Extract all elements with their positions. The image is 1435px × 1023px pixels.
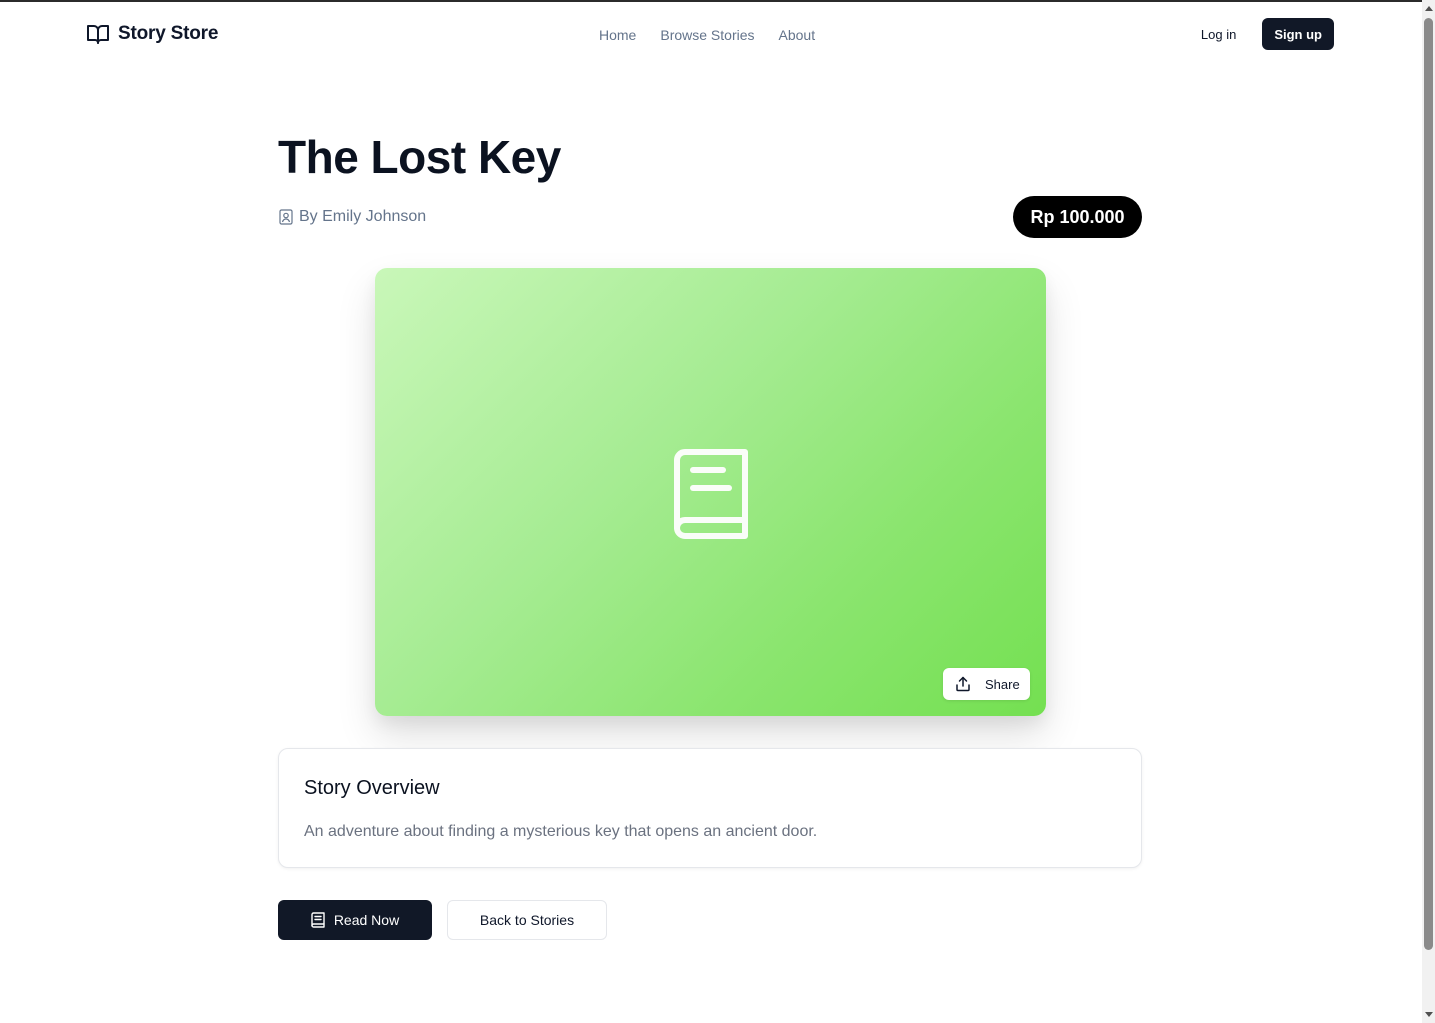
nav-browse-stories[interactable]: Browse Stories (660, 27, 754, 43)
read-now-label: Read Now (333, 912, 400, 928)
auth-actions: Log in Sign up (1195, 18, 1334, 50)
book-icon (674, 449, 748, 539)
main-nav: Home Browse Stories About (599, 27, 815, 43)
nav-home[interactable]: Home (599, 27, 636, 43)
story-overview-card: Story Overview An adventure about findin… (278, 748, 1142, 868)
page: Story Store Home Browse Stories About Lo… (0, 2, 1422, 1023)
site-header: Story Store Home Browse Stories About Lo… (0, 2, 1422, 68)
price-badge: Rp 100.000 (1013, 196, 1142, 238)
signup-button[interactable]: Sign up (1262, 18, 1334, 50)
login-button[interactable]: Log in (1195, 26, 1242, 43)
story-title: The Lost Key (278, 131, 561, 183)
story-cover: Share (375, 268, 1046, 716)
open-book-icon (87, 25, 109, 44)
scroll-down-arrow-icon[interactable] (1425, 1012, 1433, 1017)
brand-name: Story Store (118, 23, 219, 44)
scroll-up-arrow-icon[interactable] (1425, 6, 1433, 11)
story-author: By Emily Johnson (279, 208, 426, 226)
book-small-icon (311, 912, 325, 928)
share-button[interactable]: Share (943, 668, 1030, 700)
author-name: By Emily Johnson (299, 208, 427, 225)
author-icon (279, 209, 293, 225)
scrollbar[interactable] (1422, 0, 1435, 1023)
share-label: Share (985, 676, 1020, 692)
overview-description: An adventure about finding a mysterious … (304, 823, 818, 840)
share-icon (956, 676, 970, 692)
back-to-stories-button[interactable]: Back to Stories (447, 900, 607, 940)
read-now-button[interactable]: Read Now (278, 900, 432, 940)
brand-logo[interactable]: Story Store (86, 22, 218, 46)
scrollbar-thumb[interactable] (1424, 18, 1433, 950)
overview-heading: Story Overview (304, 777, 440, 799)
nav-about[interactable]: About (779, 27, 816, 43)
